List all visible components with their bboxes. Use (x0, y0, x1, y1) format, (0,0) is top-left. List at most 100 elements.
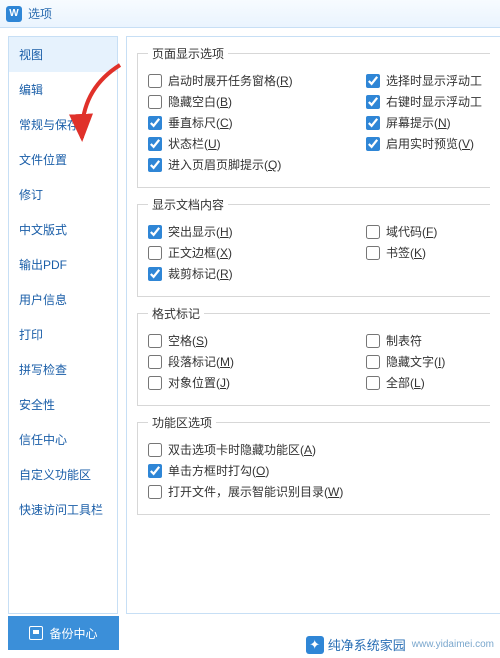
option-label[interactable]: 裁剪标记(R) (168, 265, 233, 282)
option-checkbox[interactable] (148, 334, 162, 348)
group-doc-content: 显示文档内容 突出显示(H)域代码(F)正文边框(X)书签(K)裁剪标记(R) (137, 196, 490, 297)
watermark-url: www.yidaimei.com (412, 639, 494, 650)
sidebar-item[interactable]: 修订 (9, 177, 117, 212)
option: 正文边框(X) (148, 244, 366, 261)
sidebar-item[interactable]: 安全性 (9, 387, 117, 422)
sidebar-item[interactable]: 中文版式 (9, 212, 117, 247)
option-checkbox[interactable] (148, 376, 162, 390)
option-checkbox[interactable] (366, 95, 380, 109)
sidebar-item[interactable]: 快速访问工具栏 (9, 492, 117, 527)
sidebar-item[interactable]: 输出PDF (9, 247, 117, 282)
watermark-icon: ✦ (306, 636, 324, 654)
option-checkbox[interactable] (148, 225, 162, 239)
option: 隐藏文字(I) (366, 353, 486, 370)
option-checkbox[interactable] (366, 74, 380, 88)
option: 隐藏空白(B) (148, 93, 366, 110)
option-checkbox[interactable] (366, 116, 380, 130)
option: 段落标记(M) (148, 353, 366, 370)
window-title: 选项 (28, 5, 52, 22)
option-checkbox[interactable] (148, 74, 162, 88)
option-label[interactable]: 全部(L) (386, 374, 425, 391)
sidebar-item[interactable]: 编辑 (9, 72, 117, 107)
sidebar-item[interactable]: 自定义功能区 (9, 457, 117, 492)
option: 制表符 (366, 332, 486, 349)
option: 裁剪标记(R) (148, 265, 486, 282)
option: 垂直标尺(C) (148, 114, 366, 131)
option: 状态栏(U) (148, 135, 366, 152)
backup-center-button[interactable]: 备份中心 (8, 616, 119, 650)
option-checkbox[interactable] (148, 267, 162, 281)
option-checkbox[interactable] (148, 464, 162, 478)
option-checkbox[interactable] (148, 116, 162, 130)
option-label[interactable]: 制表符 (386, 332, 422, 349)
option: 域代码(F) (366, 223, 486, 240)
app-icon: W (6, 6, 22, 22)
option-label[interactable]: 双击选项卡时隐藏功能区(A) (168, 441, 316, 458)
option-label[interactable]: 状态栏(U) (168, 135, 221, 152)
option: 对象位置(J) (148, 374, 366, 391)
group-ribbon: 功能区选项 双击选项卡时隐藏功能区(A)单击方框时打勾(O)打开文件，展示智能识… (137, 414, 490, 515)
option: 屏幕提示(N) (366, 114, 486, 131)
main-panel: 页面显示选项 启动时展开任务窗格(R)选择时显示浮动工隐藏空白(B)右键时显示浮… (126, 36, 500, 614)
option-label[interactable]: 进入页眉页脚提示(Q) (168, 156, 281, 173)
option-label[interactable]: 对象位置(J) (168, 374, 230, 391)
option-checkbox[interactable] (366, 225, 380, 239)
sidebar-item[interactable]: 拼写检查 (9, 352, 117, 387)
option-label[interactable]: 书签(K) (386, 244, 426, 261)
option-checkbox[interactable] (148, 355, 162, 369)
group-body: 空格(S) 制表符段落标记(M) 隐藏文字(I) 对象位置(J) 全部(L) (148, 332, 486, 391)
option-checkbox[interactable] (148, 443, 162, 457)
option-checkbox[interactable] (148, 95, 162, 109)
option: 启动时展开任务窗格(R) (148, 72, 366, 89)
option-checkbox[interactable] (366, 376, 380, 390)
option: 右键时显示浮动工 (366, 93, 486, 110)
option-label[interactable]: 右键时显示浮动工 (386, 93, 482, 110)
sidebar: 视图编辑常规与保存文件位置修订中文版式输出PDF用户信息打印拼写检查安全性信任中… (8, 36, 118, 614)
option: 进入页眉页脚提示(Q) (148, 156, 486, 173)
group-format-marks: 格式标记 空格(S) 制表符段落标记(M) 隐藏文字(I) 对象位置(J) 全部(L) (137, 305, 490, 406)
option-label[interactable]: 空格(S) (168, 332, 208, 349)
sidebar-item[interactable]: 打印 (9, 317, 117, 352)
option: 启用实时预览(V) (366, 135, 486, 152)
option-checkbox[interactable] (366, 246, 380, 260)
option-checkbox[interactable] (366, 334, 380, 348)
backup-label: 备份中心 (49, 625, 97, 642)
option-checkbox[interactable] (148, 137, 162, 151)
option-label[interactable]: 打开文件，展示智能识别目录(W) (168, 483, 343, 500)
option-label[interactable]: 启动时展开任务窗格(R) (168, 72, 293, 89)
option: 突出显示(H) (148, 223, 366, 240)
option-label[interactable]: 垂直标尺(C) (168, 114, 233, 131)
option-label[interactable]: 域代码(F) (386, 223, 437, 240)
option-checkbox[interactable] (366, 355, 380, 369)
group-page-display: 页面显示选项 启动时展开任务窗格(R)选择时显示浮动工隐藏空白(B)右键时显示浮… (137, 45, 490, 188)
option-label[interactable]: 隐藏文字(I) (386, 353, 445, 370)
option: 书签(K) (366, 244, 486, 261)
option-label[interactable]: 选择时显示浮动工 (386, 72, 482, 89)
watermark-brand: 纯净系统家园 (328, 635, 406, 654)
group-body: 突出显示(H) 域代码(F) 正文边框(X) 书签(K) 裁剪标记(R) (148, 223, 486, 282)
option: 单击方框时打勾(O) (148, 462, 486, 479)
sidebar-item[interactable]: 常规与保存 (9, 107, 117, 142)
option-label[interactable]: 段落标记(M) (168, 353, 234, 370)
option: 全部(L) (366, 374, 486, 391)
sidebar-item[interactable]: 信任中心 (9, 422, 117, 457)
group-title: 格式标记 (148, 305, 204, 322)
option-checkbox[interactable] (148, 158, 162, 172)
group-body: 启动时展开任务窗格(R) 选择时显示浮动工隐藏空白(B) 右键时显示浮动工垂直标尺(… (148, 72, 486, 173)
option-label[interactable]: 正文边框(X) (168, 244, 232, 261)
option-label[interactable]: 突出显示(H) (168, 223, 233, 240)
option-label[interactable]: 单击方框时打勾(O) (168, 462, 269, 479)
option-checkbox[interactable] (366, 137, 380, 151)
option: 空格(S) (148, 332, 366, 349)
sidebar-item[interactable]: 视图 (9, 37, 117, 72)
sidebar-item[interactable]: 用户信息 (9, 282, 117, 317)
option-label[interactable]: 启用实时预览(V) (386, 135, 474, 152)
option-checkbox[interactable] (148, 485, 162, 499)
option-checkbox[interactable] (148, 246, 162, 260)
titlebar: W 选项 (0, 0, 500, 28)
option-label[interactable]: 屏幕提示(N) (386, 114, 451, 131)
watermark: ✦ 纯净系统家园 www.yidaimei.com (306, 635, 494, 654)
sidebar-item[interactable]: 文件位置 (9, 142, 117, 177)
group-body: 双击选项卡时隐藏功能区(A) 单击方框时打勾(O) 打开文件，展示智能识别目录(W) (148, 441, 486, 500)
option-label[interactable]: 隐藏空白(B) (168, 93, 232, 110)
